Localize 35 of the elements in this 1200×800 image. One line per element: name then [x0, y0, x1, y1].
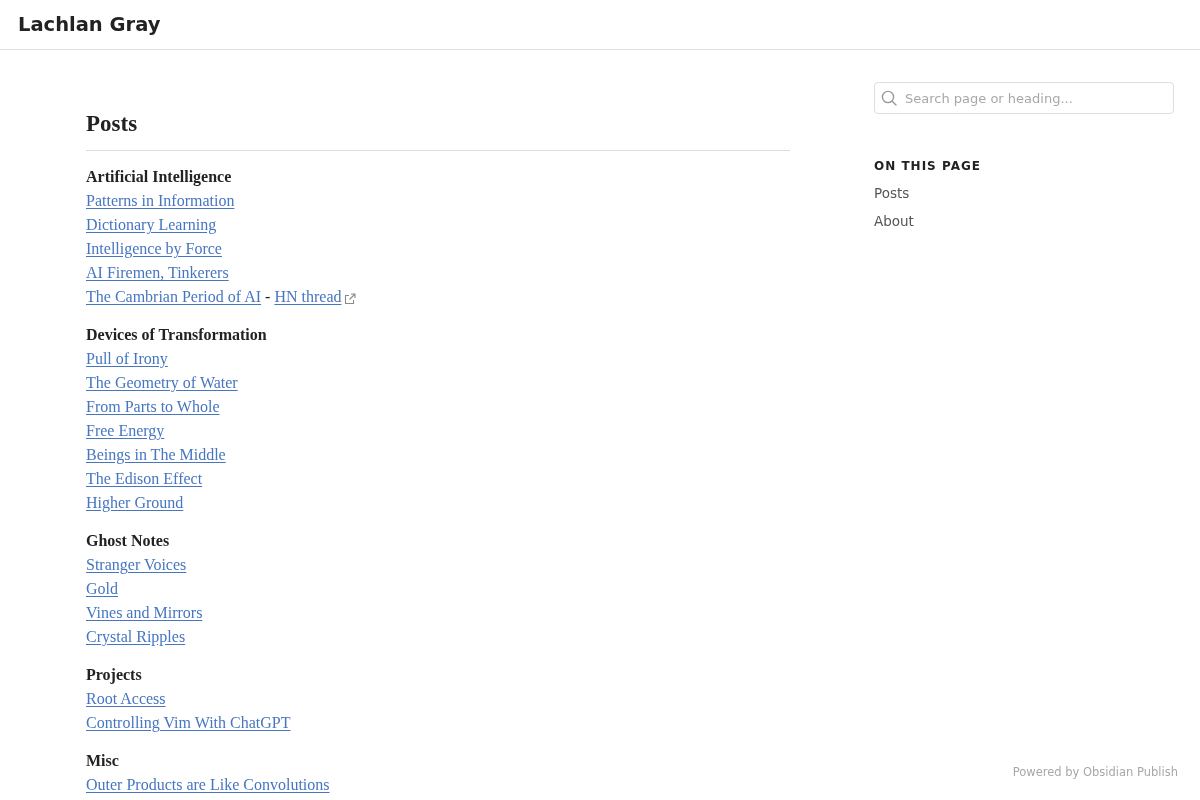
post-link[interactable]: Dictionary Learning: [86, 213, 217, 237]
search-field[interactable]: Search page or heading...: [874, 82, 1174, 114]
post-link[interactable]: Higher Ground: [86, 491, 184, 515]
separator-text: -: [265, 287, 271, 307]
post-link[interactable]: Stranger Voices: [86, 553, 187, 577]
post-link[interactable]: The Cambrian Period of AI: [86, 285, 262, 309]
toc-title: ON THIS PAGE: [874, 159, 981, 173]
post-link[interactable]: The Geometry of Water: [86, 371, 238, 395]
section-title: Projects: [86, 665, 143, 686]
post-link[interactable]: Vines and Mirrors: [86, 601, 203, 625]
section-title: Misc: [86, 751, 120, 771]
post-link[interactable]: Free Energy: [86, 419, 165, 443]
post-link[interactable]: Intelligence by Force: [86, 237, 222, 261]
post-link[interactable]: Beings in The Middle: [86, 443, 226, 467]
section-title: Ghost Notes: [86, 531, 171, 551]
footer-text: Powered by Obsidian Publish: [1012, 765, 1178, 779]
post-link[interactable]: Root Access: [86, 687, 166, 711]
post-link[interactable]: Patterns in Information: [86, 189, 235, 213]
post-link[interactable]: AI Firemen, Tinkerers: [86, 261, 229, 285]
external-link[interactable]: HN thread: [274, 285, 342, 309]
search-icon: [881, 90, 897, 106]
post-link[interactable]: Outer Products are Like Convolutions: [86, 773, 330, 797]
post-link[interactable]: From Parts to Whole: [86, 395, 220, 419]
post-link[interactable]: Crystal Ripples: [86, 625, 186, 649]
external-link-icon: [343, 293, 356, 305]
post-link[interactable]: Pull of Irony: [86, 347, 168, 371]
post-link[interactable]: Controlling Vim With ChatGPT: [86, 711, 291, 735]
section-title: Artificial Intelligence: [86, 167, 233, 188]
site-title: Lachlan Gray: [18, 13, 161, 36]
page-heading: Posts: [86, 110, 790, 151]
post-link[interactable]: The Edison Effect: [86, 467, 203, 491]
section-title: Devices of Transformation: [86, 325, 268, 345]
post-link[interactable]: Gold: [86, 577, 118, 601]
toc-link[interactable]: Posts: [874, 185, 910, 201]
toc-link[interactable]: About: [874, 213, 914, 229]
